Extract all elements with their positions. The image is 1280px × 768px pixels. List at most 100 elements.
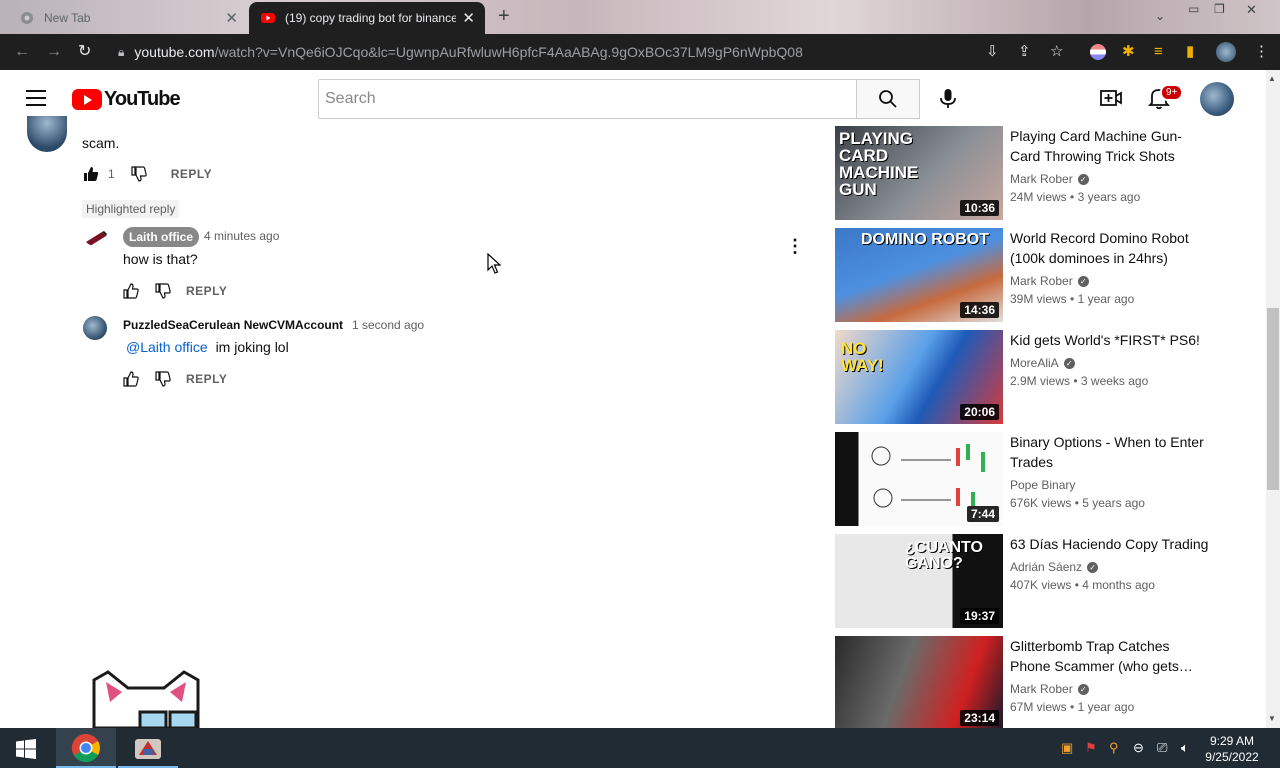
like-filled-icon[interactable] [83,166,99,182]
restore-icon[interactable]: ❐ [1214,2,1225,16]
extension-puzzle-icon[interactable]: ✱ [1122,43,1135,61]
bookmark-star-icon[interactable]: ☆ [1050,43,1063,61]
reply-author-chip[interactable]: Laith office [123,227,200,247]
reply-avatar[interactable] [83,316,107,340]
channel-name-row[interactable]: Mark Rober ✓ [1010,682,1089,696]
like-icon[interactable] [123,283,139,299]
video-thumbnail[interactable]: 7:44 [835,432,1003,526]
highlighted-reply-badge: Highlighted reply [82,200,180,218]
video-duration: 14:36 [960,302,999,318]
channel-name: Mark Rober [1010,682,1073,696]
tray-minus-icon[interactable]: ⊖ [1133,740,1144,756]
recommended-video[interactable]: PLAYING CARD MACHINE GUN 10:36 Playing C… [835,126,1207,220]
close-tab-icon[interactable]: ✕ [462,11,475,26]
account-avatar[interactable] [1200,82,1234,116]
recommended-video[interactable]: ¿CUANTO GANO? 19:37 63 Días Haciendo Cop… [835,534,1210,628]
forward-icon[interactable]: → [46,43,62,61]
video-thumbnail[interactable]: 23:14 [835,636,1003,728]
search-icon [879,90,897,108]
scroll-up-icon[interactable]: ▲ [1268,74,1276,83]
thumbnail-text: PLAYING CARD MACHINE GUN [839,129,919,199]
channel-name-row[interactable]: MoreAliA ✓ [1010,356,1075,370]
tray-app-icon[interactable]: ▣ [1061,740,1073,756]
url-path: /watch?v=VnQe6iOJCqo&lc=UgwnpAuRfwluwH6p… [214,44,803,60]
search-button[interactable] [856,79,920,119]
scroll-down-icon[interactable]: ▼ [1268,714,1276,723]
browser-avatar[interactable] [1216,42,1236,62]
youtube-favicon-icon [261,13,275,23]
video-title[interactable]: Glitterbomb Trap Catches Phone Scammer (… [1010,636,1207,676]
microphone-icon[interactable] [938,88,958,110]
volume-icon[interactable]: 🔈︎ [1181,740,1189,756]
chrome-icon [21,12,33,24]
thumbnail-text: DOMINO ROBOT [861,231,989,248]
reply-avatar-lipstick[interactable] [84,228,108,246]
network-icon[interactable]: ⎚ [1157,740,1167,756]
new-tab-button[interactable]: + [498,6,510,26]
taskbar-clock[interactable]: 9:29 AM 9/25/2022 [1200,733,1264,765]
video-thumbnail[interactable]: ¿CUANTO GANO? 19:37 [835,534,1003,628]
hamburger-menu-icon[interactable] [26,90,46,106]
side-panel-icon[interactable]: ▮ [1186,43,1194,61]
reply-timestamp[interactable]: 4 minutes ago [204,229,279,243]
tray-flag-icon[interactable]: ⚑ [1085,740,1097,756]
recommended-video[interactable]: DOMINO ROBOT 14:36 World Record Domino R… [835,228,1207,322]
commenter-avatar[interactable] [27,116,67,152]
close-tab-icon[interactable]: ✕ [225,11,238,26]
youtube-logo[interactable]: YouTube [72,88,181,111]
video-title[interactable]: Kid gets World's *FIRST* PS6! [1010,330,1210,350]
video-title[interactable]: World Record Domino Robot (100k dominoes… [1010,228,1210,268]
channel-name-row[interactable]: Mark Rober ✓ [1010,274,1089,288]
recommended-video[interactable]: 7:44 Binary Options - When to Enter Trad… [835,432,1207,526]
scrollbar-thumb[interactable] [1267,308,1279,490]
mention-link[interactable]: @Laith office [126,339,208,355]
video-title[interactable]: 63 Días Haciendo Copy Trading [1010,534,1210,554]
channel-name-row[interactable]: Adrián Sáenz ✓ [1010,560,1099,574]
reply-timestamp[interactable]: 1 second ago [352,318,424,332]
upload-age: 4 months ago [1082,578,1155,592]
create-video-icon[interactable] [1100,88,1122,108]
address-bar[interactable]: 🔒︎ youtube.com/watch?v=VnQe6iOJCqo&lc=Ug… [108,38,970,66]
reply-button[interactable]: REPLY [186,284,227,298]
install-icon[interactable]: ⇩ [986,43,999,61]
dislike-icon[interactable] [155,283,171,299]
search-input[interactable] [318,79,857,119]
tab-youtube[interactable]: (19) copy trading bot for binance ✕ [249,2,485,34]
reload-icon[interactable]: ↻ [78,43,91,61]
tray-search-icon[interactable]: ⚲ [1109,740,1119,756]
like-icon[interactable] [123,371,139,387]
close-window-icon[interactable]: ✕ [1246,2,1257,18]
back-icon[interactable]: ← [14,43,30,61]
channel-name-row[interactable]: Mark Rober ✓ [1010,172,1089,186]
reading-list-icon[interactable]: ≡ [1154,43,1163,61]
video-title[interactable]: Playing Card Machine Gun- Card Throwing … [1010,126,1210,166]
lock-icon: 🔒︎ [118,44,125,59]
taskbar-app-button[interactable] [118,728,178,768]
video-stats: 407K views • 4 months ago [1010,578,1155,592]
chrome-icon [71,733,100,763]
tab-new-tab[interactable]: New Tab ✕ [8,2,248,34]
share-icon[interactable]: ⇪ [1018,43,1031,61]
channel-name[interactable]: Pope Binary [1010,478,1075,492]
recommended-video[interactable]: NO WAY! 20:06 Kid gets World's *FIRST* P… [835,330,1207,424]
reply-button[interactable]: REPLY [186,372,227,386]
minimize-icon[interactable]: ▭ [1188,2,1199,16]
video-thumbnail[interactable]: PLAYING CARD MACHINE GUN 10:36 [835,126,1003,220]
windows-start-icon[interactable] [16,739,36,759]
like-count: 1 [108,167,115,181]
reply-button[interactable]: REPLY [171,167,212,181]
video-duration: 19:37 [960,608,999,624]
video-thumbnail[interactable]: DOMINO ROBOT 14:36 [835,228,1003,322]
dislike-icon[interactable] [155,371,171,387]
profile-extension-icon[interactable] [1090,44,1106,60]
taskbar-chrome-button[interactable] [56,728,116,768]
tab-search-icon[interactable]: ⌄ [1155,9,1165,23]
verified-check-icon: ✓ [1087,562,1099,574]
comment-menu-icon[interactable]: ⋮ [786,236,804,257]
menu-kebab-icon[interactable]: ⋮ [1254,43,1269,61]
dislike-icon[interactable] [131,166,147,182]
recommended-video[interactable]: 23:14 Glitterbomb Trap Catches Phone Sca… [835,636,1207,728]
video-thumbnail[interactable]: NO WAY! 20:06 [835,330,1003,424]
reply-author[interactable]: PuzzledSeaCerulean NewCVMAccount [123,318,343,332]
video-title[interactable]: Binary Options - When to Enter Trades [1010,432,1210,472]
